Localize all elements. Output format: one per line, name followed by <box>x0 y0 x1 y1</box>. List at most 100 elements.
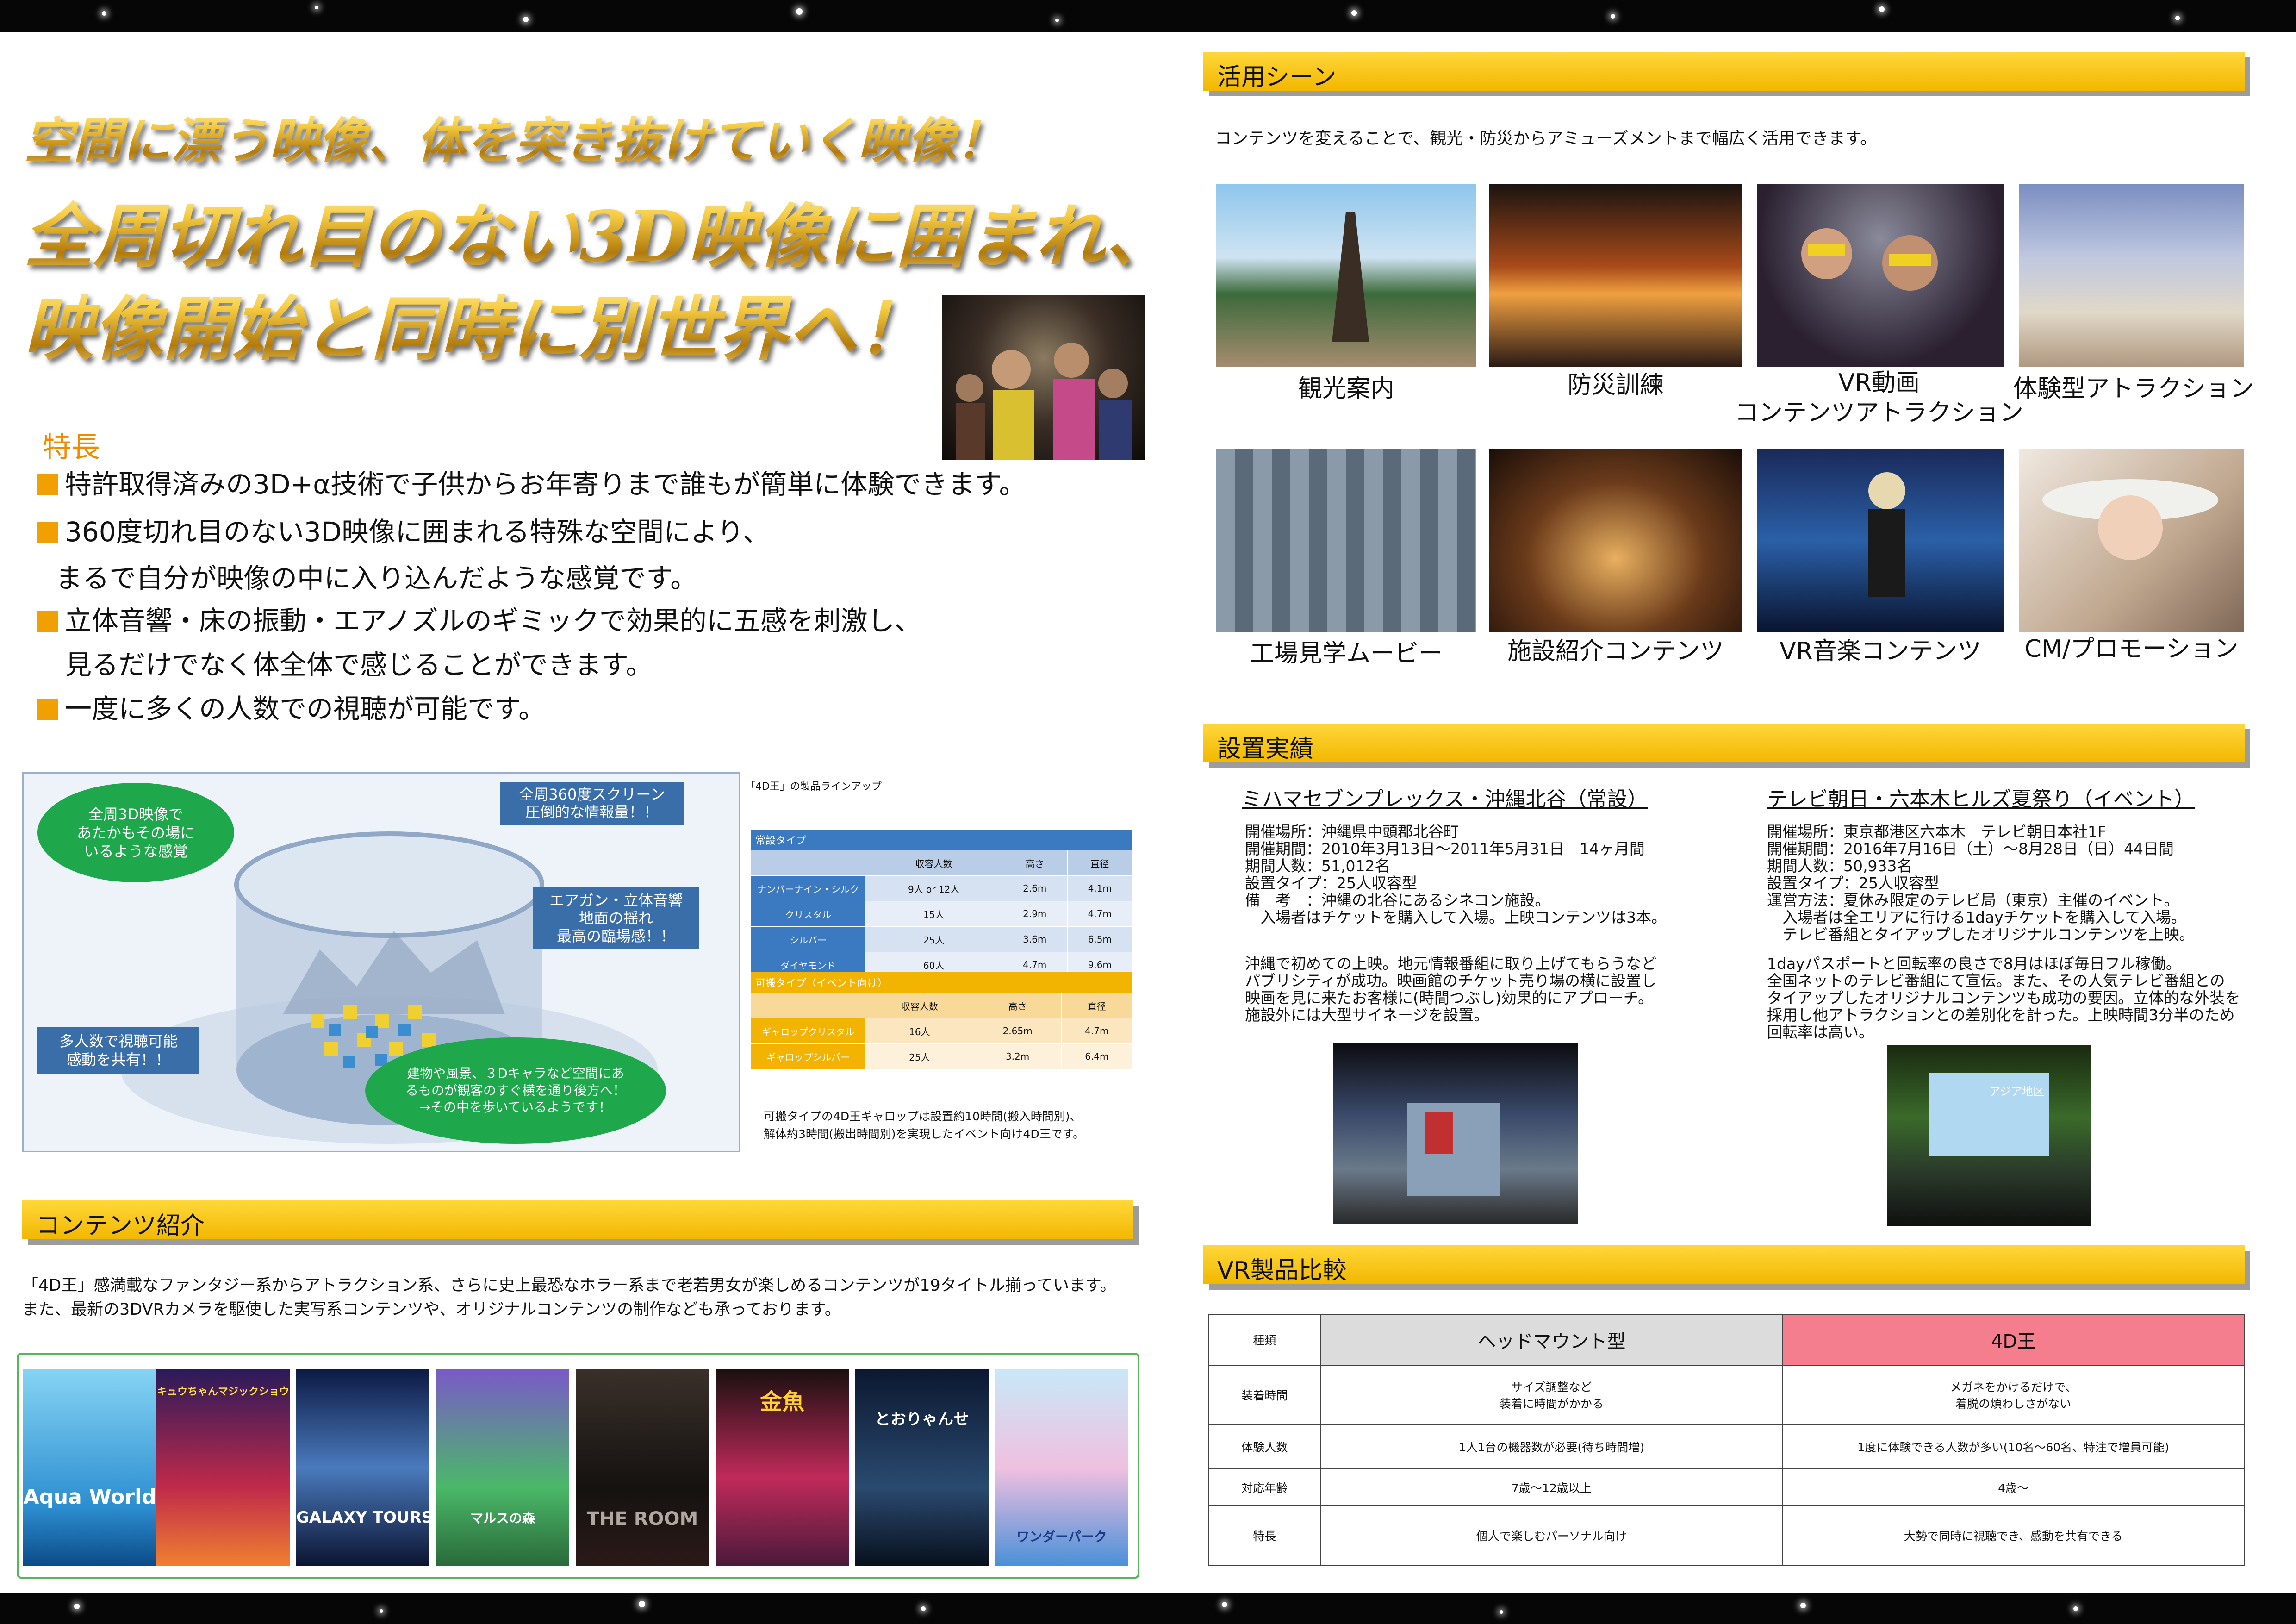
poster-magic-show: キュウちゃんマジックショウ <box>156 1369 290 1566</box>
photo-vr-music <box>1757 449 2004 632</box>
bullet-square-icon <box>37 699 58 720</box>
photo-experience <box>2019 184 2244 367</box>
box-many: 多人数で視聴可能 感動を共有！！ <box>37 1027 199 1074</box>
compare-row-label: 装着時間 <box>1208 1365 1321 1425</box>
install-left-line: 施設外には大型サイネージを設置。 <box>1245 1006 1489 1024</box>
table-row: クリスタル <box>750 901 866 927</box>
install-right-line: 設置タイプ：25人収容型 <box>1767 874 1939 892</box>
feature-item-3-cont: 見るだけでなく体全体で感じることができます。 <box>65 649 653 681</box>
compare-cell-4d: 大勢で同時に視聴でき、感動を共有できる <box>1782 1505 2245 1566</box>
lineup-note-1: 可搬タイプの4D王ギャロップは設置約10時間(搬入時間別)、 <box>764 1110 1082 1123</box>
headline-line2: 全周切れ目のない3D映像に囲まれ、 <box>24 181 1175 281</box>
caption-disaster: 防災訓練 <box>1567 371 1664 399</box>
compare-row-label: 対応年齢 <box>1208 1468 1321 1506</box>
bubble-pass-through: 建物や風景、３Dキャラなど空間にあ るものが観客のすぐ横を通り後方へ！ →その中… <box>365 1037 666 1144</box>
bubble-immersion: 全周3D映像で あたかもその場に いるような感覚 <box>37 783 234 882</box>
install-left-line: 映画を見に来たお客様に(時間つぶし)効果的にアプローチ。 <box>1245 989 1654 1007</box>
poster-aqua-world: Aqua World <box>23 1369 156 1566</box>
install-right-line: 開催場所：東京都港区六本木 テレビ朝日本社1F <box>1767 823 2106 841</box>
bottom-star-band <box>0 1593 2296 1624</box>
compare-cell-hmd: 1人1台の機器数が必要(待ち時間増) <box>1320 1424 1783 1469</box>
install-left-line: 備 考 ：沖縄の北谷にあるシネコン施設。 <box>1245 891 1550 909</box>
install-right-line: 回転率は高い。 <box>1767 1023 1874 1041</box>
table-row: ギャロップクリスタル <box>750 1018 866 1044</box>
installs-header: 設置実績 <box>1203 724 2245 763</box>
top-star-band <box>0 0 2296 32</box>
contents-text-1: 「4D王」感満載なファンタジー系からアトラクション系、さらに史上最恐なホラー系ま… <box>22 1276 1116 1295</box>
install-right-line: 開催期間：2016年7月16日（土）～8月28日（日）44日間 <box>1767 840 2174 858</box>
install-left-line: パブリシティが成功。映画館のチケット売り場の横に設置し <box>1245 972 1657 990</box>
lineup-fixed-table: 常設タイプ 収容人数 高さ 直径 ナンバーナイン・シルク 9人 or 12人 2.6m 4… <box>750 830 1133 978</box>
poster-kingyo: 金魚 <box>716 1369 849 1566</box>
feature-item-4: 一度に多くの人数での視聴が可能です。 <box>37 692 545 726</box>
compare-row-label: 体験人数 <box>1208 1424 1321 1469</box>
install-right-line: 期間人数：50,933名 <box>1767 857 1912 875</box>
photo-facility <box>1489 449 1742 632</box>
feature-item-2: 360度切れ目のない3D映像に囲まれる特殊な空間により、 <box>37 515 770 549</box>
lineup-fixed-header: 常設タイプ <box>751 830 1132 850</box>
usage-text: コンテンツを変えることで、観光・防災からアミューズメントまで幅広く活用できます。 <box>1215 129 1877 148</box>
compare-col-kind: 種類 <box>1208 1314 1321 1366</box>
caption-vr-music: VR音楽コンテンツ <box>1780 637 1981 665</box>
compare-cell-hmd: 7歳～12歳以上 <box>1320 1468 1783 1506</box>
col-empty <box>750 850 866 876</box>
poster-wonder: ワンダーパーク <box>995 1369 1128 1566</box>
features-title: 特長 <box>43 430 100 464</box>
caption-experience: 体験型アトラクション <box>2013 375 2254 403</box>
install-right-line: 入場者は全エリアに行ける1dayチケットを購入して入場。 <box>1767 908 2186 926</box>
compare-header: VR製品比較 <box>1203 1245 2245 1285</box>
photo-mihama <box>1333 1043 1578 1224</box>
poster-toryanse: とおりゃんせ <box>855 1369 989 1566</box>
install-left-line: 開催場所：沖縄県中頭郡北谷町 <box>1245 823 1459 841</box>
photo-disaster <box>1489 184 1742 367</box>
feature-item-2-cont: まるで自分が映像の中に入り込んだような感覚です。 <box>56 562 697 594</box>
compare-cell-4d: 4歳～ <box>1782 1468 2245 1506</box>
caption-sightseeing: 観光案内 <box>1298 375 1394 403</box>
compare-col-4d: 4D王 <box>1782 1314 2245 1366</box>
install-left-line: 設置タイプ：25人収容型 <box>1245 874 1417 892</box>
install-right-title: テレビ朝日・六本木ヒルズ夏祭り（イベント） <box>1767 787 2195 811</box>
compare-cell-4d: メガネをかけるだけで、 着脱の煩わしさがない <box>1782 1365 2245 1425</box>
caption-factory: 工場見学ムービー <box>1250 640 1443 668</box>
compare-cell-hmd: 個人で楽しむパーソナル向け <box>1320 1505 1783 1566</box>
feature-item-1: 特許取得済みの3D+α技術で子供からお年寄りまで誰もが簡単に体験できます。 <box>37 468 1026 501</box>
install-right-line: テレビ番組とタイアップしたオリジナルコンテンツを上映。 <box>1767 925 2195 943</box>
caption-vr-video: VR動画 コンテンツアトラクション <box>1734 369 2023 427</box>
bullet-square-icon <box>37 522 58 543</box>
photo-vr-video <box>1757 184 2004 367</box>
audience-photo <box>942 295 1145 460</box>
box-sound: エアガン・立体音響 地面の揺れ 最高の臨場感！！ <box>533 887 699 950</box>
lineup-note-2: 解体約3時間(搬出時間別)を実現したイベント向け4D王です。 <box>764 1127 1085 1141</box>
compare-row-label: 特長 <box>1208 1505 1321 1566</box>
caption-cm-promo: CM/プロモーション <box>2024 635 2239 663</box>
contents-header: コンテンツ紹介 <box>22 1200 1133 1240</box>
photo-cm-promo <box>2019 449 2244 632</box>
install-right-line: タイアップしたオリジナルコンテンツも成功の要因。立体的な外装を <box>1767 989 2240 1007</box>
photo-roppongi: アジア地区 <box>1887 1045 2091 1226</box>
lineup-portable-header: 可搬タイプ（イベント向け） <box>751 972 1132 993</box>
table-row: ギャロップシルバー <box>750 1043 866 1069</box>
compare-table: 種類 ヘッドマウント型 4D王 装着時間 サイズ調整など 装着に時間がかかる メ… <box>1208 1314 2245 1566</box>
install-right-line: 1dayパスポートと回転率の良さで8月はほぼ毎日フル稼働。 <box>1767 955 2181 973</box>
poster-the-room: THE ROOM <box>576 1369 709 1566</box>
caption-facility: 施設紹介コンテンツ <box>1507 637 1724 665</box>
poster-galaxy-tours: GALAXY TOURS <box>296 1369 429 1566</box>
usage-header: 活用シーン <box>1203 52 2245 91</box>
headline-line3: 映像開始と同時に別世界へ！ <box>24 273 927 374</box>
dome-diagram: 全周3D映像で あたかもその場に いるような感覚 全周360度スクリーン 圧倒的… <box>22 772 740 1152</box>
install-right-line: 運営方法：夏休み限定のテレビ局（東京）主催のイベント。 <box>1767 891 2179 909</box>
table-row: ナンバーナイン・シルク <box>750 875 866 901</box>
compare-col-hmd: ヘッドマウント型 <box>1320 1314 1783 1366</box>
contents-text-2: また、最新の3DVRカメラを駆使した実写系コンテンツや、オリジナルコンテンツの制… <box>22 1300 841 1319</box>
install-left-line: 開催期間：2010年3月13日～2011年5月31日 14ヶ月間 <box>1245 840 1645 858</box>
bullet-square-icon <box>37 474 58 495</box>
photo-factory <box>1216 449 1476 632</box>
compare-cell-4d: 1度に体験できる人数が多い(10名～60名、特注で増員可能) <box>1782 1424 2245 1469</box>
headline-line1: 空間に漂う映像、体を突き抜けていく映像！ <box>24 101 1005 172</box>
photo-roppongi-sign: アジア地区 <box>1989 1085 2045 1098</box>
install-left-line: 沖縄で初めての上映。地元情報番組に取り上げてもらうなど <box>1245 955 1657 973</box>
photo-sightseeing <box>1216 184 1476 367</box>
install-right-line: 全国ネットのテレビ番組にて宣伝。また、その人気テレビ番組との <box>1767 972 2225 990</box>
compare-cell-hmd: サイズ調整など 装着に時間がかかる <box>1320 1365 1783 1425</box>
install-left-line: 入場者はチケットを購入して入場。上映コンテンツは3本。 <box>1245 908 1667 926</box>
